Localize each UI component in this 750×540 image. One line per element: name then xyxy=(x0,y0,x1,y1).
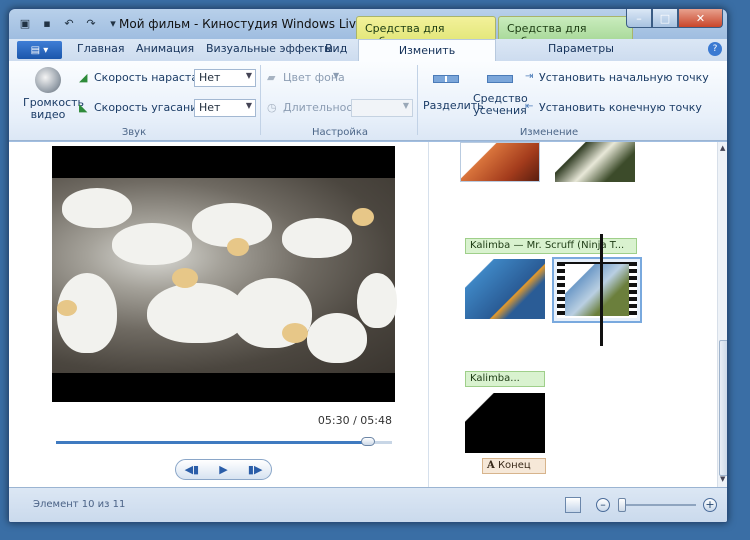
fade-in-select[interactable]: Нет ▼ xyxy=(194,69,256,87)
seek-bar[interactable] xyxy=(56,437,392,446)
group-sound-label: Звук xyxy=(121,127,147,138)
redo-icon[interactable]: ↷ xyxy=(83,15,99,31)
content-area: 05:30 / 05:48 ◀▮ ▶ ▮▶ Kalimba — Mr. Scru… xyxy=(9,142,727,487)
video-frame-image xyxy=(52,178,397,373)
quick-access-toolbar: ▣ ▪ ↶ ↷ ▾ xyxy=(17,15,121,31)
app-menu-button[interactable]: ▤ ▾ xyxy=(17,41,62,59)
chevron-down-icon: ▼ xyxy=(402,101,409,110)
seek-handle[interactable] xyxy=(361,437,376,446)
status-text: Элемент 10 из 11 xyxy=(33,499,126,510)
speaker-icon xyxy=(35,67,61,93)
scrollbar-thumb[interactable] xyxy=(719,340,727,476)
status-bar: Элемент 10 из 11 – + xyxy=(9,487,727,522)
next-frame-icon: ▮▶ xyxy=(247,463,263,476)
tab-visual-effects[interactable]: Визуальные эффекты xyxy=(206,42,333,55)
volume-button[interactable]: Громкость видео xyxy=(23,65,85,121)
play-button[interactable]: ▶ xyxy=(208,460,240,479)
screen-size-icon[interactable] xyxy=(565,497,581,513)
minimize-icon: – xyxy=(636,11,642,25)
scroll-down-icon[interactable]: ▼ xyxy=(720,475,725,483)
clip-thumbnail[interactable] xyxy=(555,142,635,182)
split-button[interactable]: Разделить xyxy=(419,67,484,119)
music-tools-context-tab[interactable]: Средства для работы с муз... xyxy=(498,16,633,48)
trim-tool-button[interactable]: Средство усечения xyxy=(473,67,528,121)
zoom-out-button[interactable]: – xyxy=(596,498,610,512)
fade-out-value: Нет xyxy=(199,101,221,114)
minimize-button[interactable]: – xyxy=(626,9,652,28)
end-credits-caption[interactable]: A Конец xyxy=(482,458,546,474)
scroll-up-icon[interactable]: ▲ xyxy=(720,144,725,152)
zoom-slider[interactable] xyxy=(618,504,696,506)
tab-edit[interactable]: Изменить xyxy=(358,39,496,62)
clip-thumbnail[interactable] xyxy=(460,142,540,182)
tab-options[interactable]: Параметры xyxy=(548,42,614,55)
close-icon: ✕ xyxy=(695,11,706,25)
window-controls: – □ ✕ xyxy=(626,9,723,28)
app-window: ▣ ▪ ↶ ↷ ▾ Мой фильм - Киностудия Windows… xyxy=(8,8,728,523)
app-menu-icon: ▤ ▾ xyxy=(30,44,49,56)
maximize-button[interactable]: □ xyxy=(652,9,678,28)
ribbon-separator xyxy=(260,65,261,135)
zoom-slider-handle[interactable] xyxy=(617,498,626,512)
storyboard-pane: Kalimba — Mr. Scruff (Ninja T... Kalimba… xyxy=(430,142,717,487)
app-icon[interactable]: ▣ xyxy=(17,15,33,31)
split-icon xyxy=(433,75,459,83)
fade-out-select[interactable]: Нет ▼ xyxy=(194,99,256,117)
fade-in-value: Нет xyxy=(199,71,221,84)
audio-caption[interactable]: Kalimba... xyxy=(465,371,545,387)
text-icon: A xyxy=(487,460,495,471)
playhead[interactable] xyxy=(600,234,603,346)
trim-label: Средство усечения xyxy=(473,92,528,117)
tab-home[interactable]: Главная xyxy=(77,42,125,55)
duration-select[interactable]: ▼ xyxy=(351,99,413,117)
clip-thumbnail[interactable] xyxy=(465,259,545,319)
title-bar: ▣ ▪ ↶ ↷ ▾ Мой фильм - Киностудия Windows… xyxy=(9,9,727,48)
fade-in-icon: ◢ xyxy=(79,71,88,84)
ribbon: Громкость видео ◢ Скорость нарастания: Н… xyxy=(9,61,727,141)
close-button[interactable]: ✕ xyxy=(678,9,723,28)
help-icon[interactable]: ? xyxy=(708,42,722,56)
set-start-point-button[interactable]: Установить начальную точку xyxy=(539,71,709,84)
playback-time: 05:30 / 05:48 xyxy=(317,414,392,427)
audio-caption[interactable]: Kalimba — Mr. Scruff (Ninja T... xyxy=(465,238,637,254)
group-settings-label: Настройка xyxy=(311,127,369,138)
bg-color-icon: ▰ xyxy=(267,71,276,84)
chevron-down-icon: ▼ xyxy=(333,71,340,80)
volume-label: Громкость видео xyxy=(23,96,85,121)
seek-bar-fill xyxy=(56,441,369,444)
video-tools-context-tab[interactable]: Средства для работы с видео xyxy=(356,16,496,48)
clip-thumbnail-selected[interactable] xyxy=(552,257,642,323)
ribbon-separator xyxy=(417,65,418,135)
duration-icon: ◷ xyxy=(267,101,277,114)
set-end-point-button[interactable]: Установить конечную точку xyxy=(539,101,702,114)
play-icon: ▶ xyxy=(219,463,228,476)
video-preview[interactable] xyxy=(52,146,397,402)
undo-icon[interactable]: ↶ xyxy=(61,15,77,31)
window-title: Мой фильм - Киностудия Windows Live xyxy=(119,17,364,31)
preview-pane: 05:30 / 05:48 ◀▮ ▶ ▮▶ xyxy=(9,142,429,487)
ribbon-tab-bar: ▤ ▾ Главная Анимация Визуальные эффекты … xyxy=(9,39,727,62)
vertical-scrollbar[interactable]: ▲ ▼ xyxy=(717,142,727,487)
clip-thumbnail[interactable] xyxy=(465,393,545,453)
tab-animation[interactable]: Анимация xyxy=(136,42,194,55)
fade-out-label: Скорость угасания: xyxy=(94,101,208,114)
zoom-in-button[interactable]: + xyxy=(703,498,717,512)
set-end-icon: ⇤ xyxy=(525,101,534,112)
previous-frame-button[interactable]: ◀▮ xyxy=(176,460,208,479)
chevron-down-icon: ▼ xyxy=(245,71,252,80)
next-frame-button[interactable]: ▮▶ xyxy=(239,460,271,479)
set-start-icon: ⇥ xyxy=(525,71,534,82)
tab-view[interactable]: Вид xyxy=(325,42,347,55)
fade-out-icon: ◣ xyxy=(79,101,88,114)
group-edit-label: Изменение xyxy=(519,127,579,138)
playback-controls: ◀▮ ▶ ▮▶ xyxy=(175,459,272,480)
end-label: Конец xyxy=(497,460,531,471)
previous-frame-icon: ◀▮ xyxy=(184,463,200,476)
trim-icon xyxy=(487,75,513,83)
filmstrip-icon xyxy=(557,262,637,318)
maximize-icon: □ xyxy=(659,11,671,25)
save-icon[interactable]: ▪ xyxy=(39,15,55,31)
chevron-down-icon: ▼ xyxy=(245,101,252,110)
